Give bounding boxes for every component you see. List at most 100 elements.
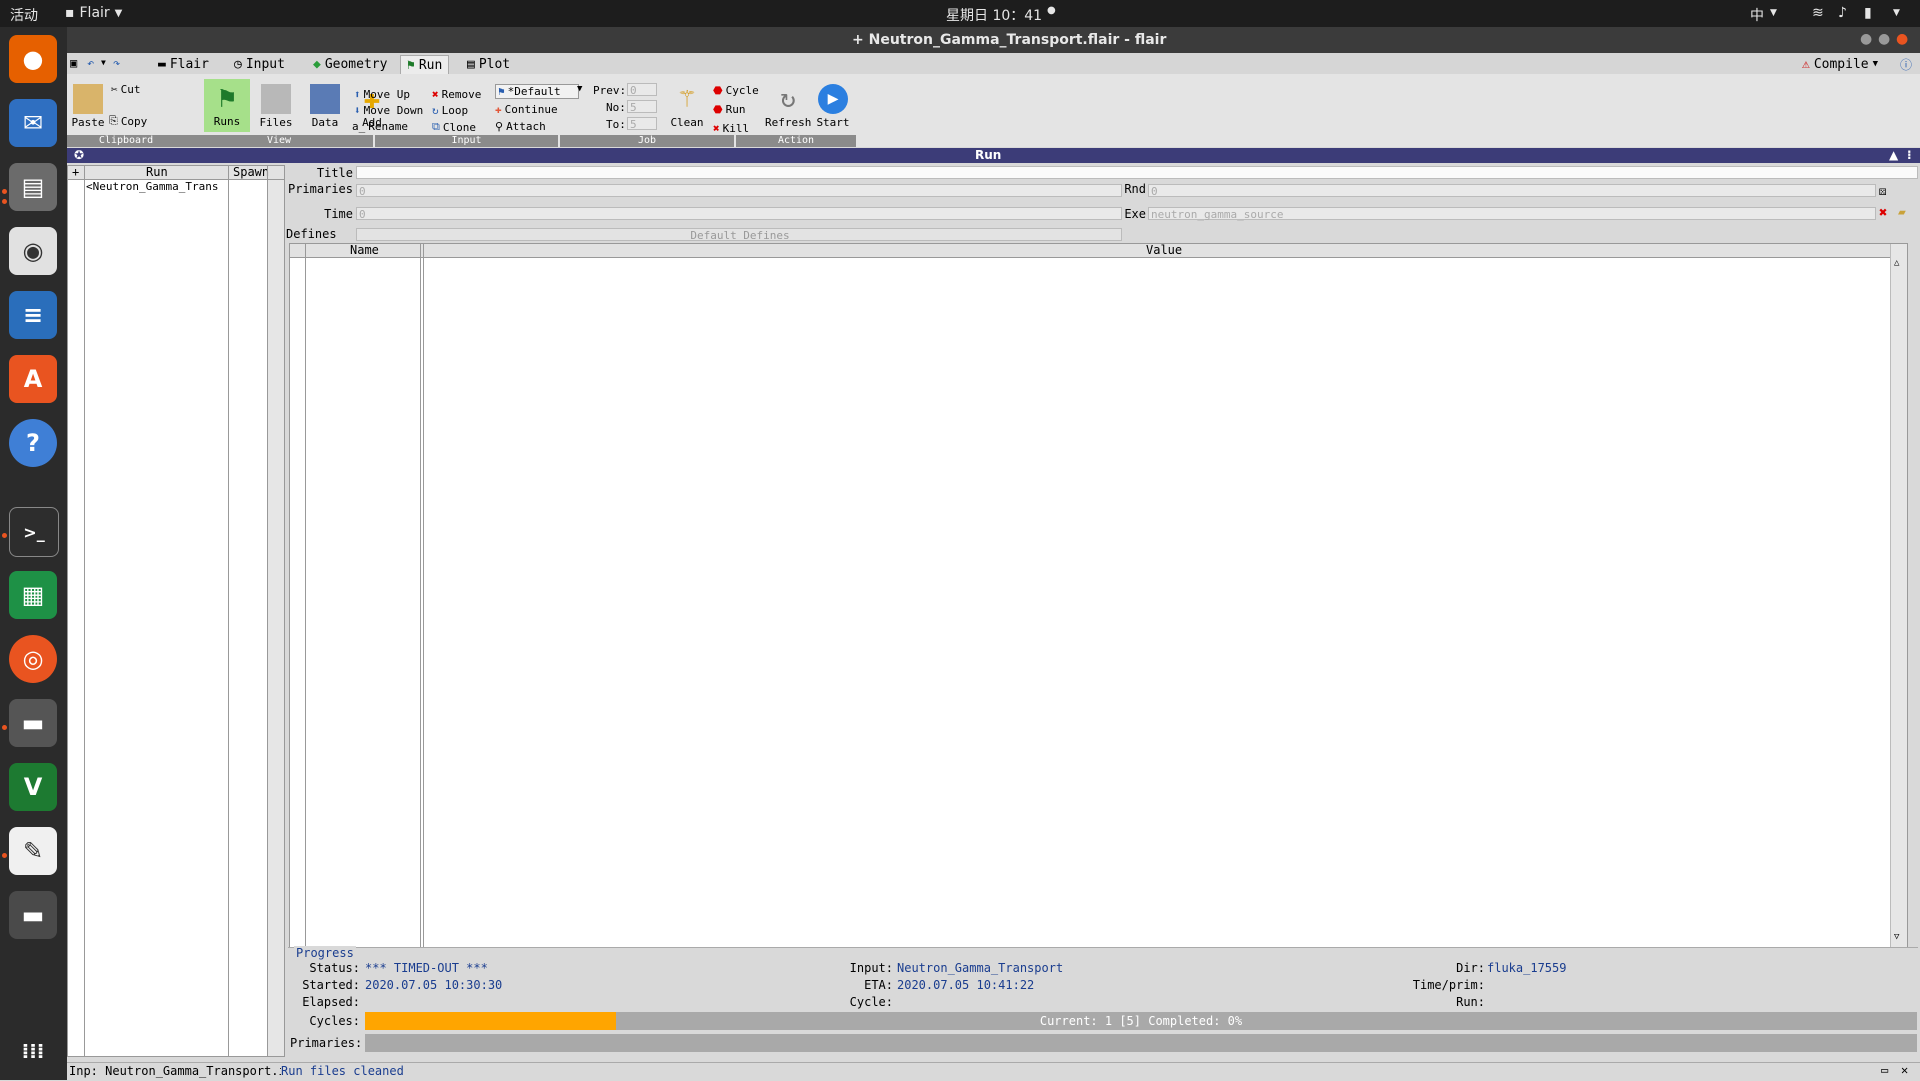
clear-icon[interactable]: ✖	[1879, 205, 1887, 221]
stop-run-button[interactable]: ⬣ Run	[713, 103, 745, 116]
runs-button[interactable]: ⚑ Runs	[204, 79, 250, 132]
rnd-input[interactable]: 0	[1148, 184, 1876, 198]
folder-icon[interactable]: ▰	[1898, 205, 1906, 220]
run-list: + Run Spawn <Neutron_Gamma_Trans	[67, 165, 285, 1057]
col-spawn[interactable]: Spawn	[233, 165, 269, 179]
redo-icon[interactable]: ↷	[113, 56, 120, 70]
flair-icon[interactable]: ▬	[9, 891, 57, 939]
save-icon[interactable]: ▣	[70, 56, 77, 70]
remove-label: Remove	[441, 88, 482, 101]
default-defines-button[interactable]: Default Defines	[356, 228, 1122, 242]
help-icon[interactable]: ?	[9, 419, 57, 467]
app-menu-label: Flair	[79, 5, 110, 21]
cut-button[interactable]: ✂ Cut	[111, 83, 141, 96]
terminal-icon[interactable]: ▭	[1881, 1063, 1888, 1077]
attach-button[interactable]: ⚲ Attach	[495, 120, 546, 133]
compile-button[interactable]: ⚠ Compile ▼	[1796, 55, 1884, 73]
tab-run[interactable]: ⚑ Run	[400, 55, 450, 74]
exe-input[interactable]: neutron_gamma_source	[1148, 207, 1876, 221]
activities-button[interactable]: 活动	[10, 5, 38, 25]
move-down-label: Move Down	[363, 104, 424, 117]
list-item[interactable]: <Neutron_Gamma_Trans	[86, 180, 218, 193]
rhythmbox-icon[interactable]: ◉	[9, 227, 57, 275]
no-spinbox[interactable]: 5	[627, 100, 657, 114]
expand-icon[interactable]: +	[72, 165, 79, 179]
col-run[interactable]: Run	[146, 165, 168, 179]
info-icon[interactable]: ⓘ	[1900, 56, 1912, 73]
window-title: + Neutron_Gamma_Transport.flair - flair	[852, 32, 1167, 48]
triangle-up-icon[interactable]: ▲	[1889, 148, 1898, 162]
time-input[interactable]: 0	[356, 207, 1122, 221]
chevron-down-icon[interactable]: ▼	[1893, 8, 1900, 18]
grip-icon[interactable]: ⁝	[1907, 148, 1912, 162]
start-button[interactable]: ▶ Start	[812, 84, 854, 129]
group-label-job: Job	[560, 135, 734, 147]
title-input[interactable]	[356, 166, 1918, 179]
clean-button[interactable]: ⚚ Clean	[666, 84, 708, 129]
cauldron-icon[interactable]: ▬	[9, 699, 57, 747]
dice-icon[interactable]: ⚄	[1879, 184, 1886, 198]
kill-button[interactable]: ✖ Kill	[713, 122, 749, 135]
continue-button[interactable]: ✚ Continue	[495, 103, 558, 116]
thunderbird-icon[interactable]: ✉	[9, 99, 57, 147]
clone-button[interactable]: ⧉ Clone	[432, 120, 476, 134]
ubuntu-icon[interactable]: ◎	[9, 635, 57, 683]
paste-button[interactable]: Paste	[66, 84, 110, 129]
firefox-icon[interactable]: ●	[9, 35, 57, 83]
show-apps-icon[interactable]: ⁞⁞⁞	[9, 1027, 57, 1075]
writer-icon[interactable]: ≡	[9, 291, 57, 339]
to-spinbox[interactable]: 5	[627, 117, 657, 131]
tab-input[interactable]: ◷ Input	[228, 55, 291, 73]
chevron-down-icon[interactable]: ▼	[101, 58, 106, 67]
job-default-select[interactable]: ⚑ *Default	[495, 84, 579, 99]
input-method-indicator[interactable]: 中	[1750, 5, 1764, 25]
tools-icon[interactable]: ✕	[1901, 1063, 1908, 1077]
gear-icon[interactable]: ✪	[74, 148, 84, 162]
chevron-down-icon[interactable]: ▼	[577, 84, 582, 94]
window-title-bar[interactable]: + Neutron_Gamma_Transport.flair - flair …	[67, 27, 1920, 53]
move-up-button[interactable]: ⬆ Move Up	[354, 88, 410, 101]
status-value: *** TIMED-OUT ***	[365, 961, 488, 975]
col-value[interactable]: Value	[1146, 243, 1182, 257]
wifi-icon[interactable]: ≋	[1812, 5, 1824, 21]
triangle-down-icon[interactable]: ▽	[1894, 932, 1899, 942]
started-value: 2020.07.05 10:30:30	[365, 978, 503, 992]
status-message: Run files cleaned	[281, 1064, 404, 1078]
remove-button[interactable]: ✖ Remove	[432, 88, 481, 101]
tab-plot[interactable]: ▤ Plot	[461, 55, 516, 73]
refresh-label: Refresh	[765, 116, 812, 129]
maximize-icon[interactable]: ●	[1878, 31, 1890, 47]
copy-button[interactable]: ⎘ Copy	[109, 114, 147, 128]
terminal-icon[interactable]: >_	[9, 507, 59, 557]
volume-icon[interactable]: ♪	[1838, 5, 1847, 21]
move-down-button[interactable]: ⬇ Move Down	[354, 104, 423, 117]
files-icon[interactable]: ▤	[9, 163, 57, 211]
triangle-up-icon[interactable]: △	[1894, 258, 1899, 268]
cycle-button[interactable]: ⬣ Cycle	[713, 84, 759, 97]
undo-icon[interactable]: ↶	[87, 56, 94, 70]
prev-spinbox[interactable]: 0	[627, 83, 657, 97]
clock[interactable]: 星期日 10：41	[946, 5, 1042, 25]
tab-geometry[interactable]: ◆ Geometry	[307, 55, 393, 73]
files-button[interactable]: Files	[254, 84, 298, 129]
app-menu[interactable]: ▪ Flair ▼	[65, 5, 122, 21]
battery-icon[interactable]: ▮	[1864, 5, 1872, 21]
minimize-icon[interactable]: ●	[1860, 31, 1872, 47]
chevron-down-icon: ▼	[1770, 8, 1777, 18]
rename-button[interactable]: a̲ Rename	[352, 120, 408, 133]
text-editor-icon[interactable]: ✎	[9, 827, 57, 875]
primaries-input[interactable]: 0	[356, 184, 1122, 198]
close-icon[interactable]: ●	[1896, 31, 1908, 47]
software-center-icon[interactable]: A	[9, 355, 57, 403]
col-name[interactable]: Name	[350, 243, 379, 257]
loop-button[interactable]: ↻ Loop	[432, 104, 468, 117]
vim-icon[interactable]: V	[9, 763, 57, 811]
scrollbar[interactable]	[268, 180, 284, 1056]
calc-icon[interactable]: ▦	[9, 571, 57, 619]
rnd-label: Rnd	[1124, 182, 1146, 196]
data-button[interactable]: Data	[303, 84, 347, 129]
refresh-button[interactable]: ↻ Refresh	[765, 84, 811, 129]
scrollbar[interactable]: △ ▽	[1890, 244, 1907, 947]
flair-icon: ▬	[158, 56, 166, 72]
tab-flair[interactable]: ▬ Flair	[152, 55, 215, 73]
